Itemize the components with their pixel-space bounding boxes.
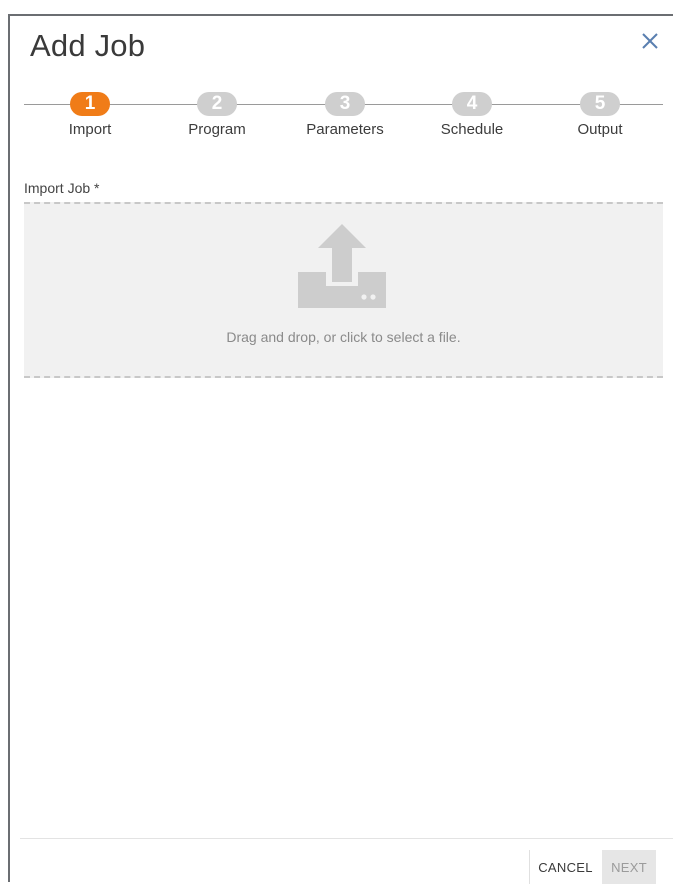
upload-icon xyxy=(298,224,386,308)
step-program[interactable]: 2 Program xyxy=(162,92,272,138)
step-label: Schedule xyxy=(440,121,504,138)
dialog-title: Add Job xyxy=(30,28,146,63)
step-parameters[interactable]: 3 Parameters xyxy=(290,92,400,138)
step-label: Import xyxy=(68,121,112,138)
step-schedule[interactable]: 4 Schedule xyxy=(417,92,527,138)
step-label: Parameters xyxy=(306,121,384,138)
close-button[interactable] xyxy=(637,28,663,54)
cancel-button[interactable]: CANCEL xyxy=(529,850,601,884)
step-number-badge: 5 xyxy=(580,92,620,116)
step-number-badge: 3 xyxy=(325,92,365,116)
stepper: 1 Import 2 Program 3 Parameters 4 Schedu… xyxy=(24,92,663,142)
step-label: Output xyxy=(577,121,623,138)
step-number-badge: 2 xyxy=(197,92,237,116)
step-import[interactable]: 1 Import xyxy=(35,92,145,138)
next-button[interactable]: NEXT xyxy=(602,850,656,884)
file-dropzone[interactable]: Drag and drop, or click to select a file… xyxy=(24,202,663,378)
footer-divider xyxy=(20,838,673,839)
step-output[interactable]: 5 Output xyxy=(545,92,655,138)
step-number-badge: 4 xyxy=(452,92,492,116)
step-number-badge: 1 xyxy=(70,92,110,116)
import-job-label: Import Job * xyxy=(24,180,100,196)
dropzone-instructions: Drag and drop, or click to select a file… xyxy=(226,329,461,345)
step-label: Program xyxy=(188,121,246,138)
add-job-dialog: Add Job 1 Import 2 Program 3 Parameters … xyxy=(8,14,673,884)
close-icon xyxy=(642,33,658,49)
